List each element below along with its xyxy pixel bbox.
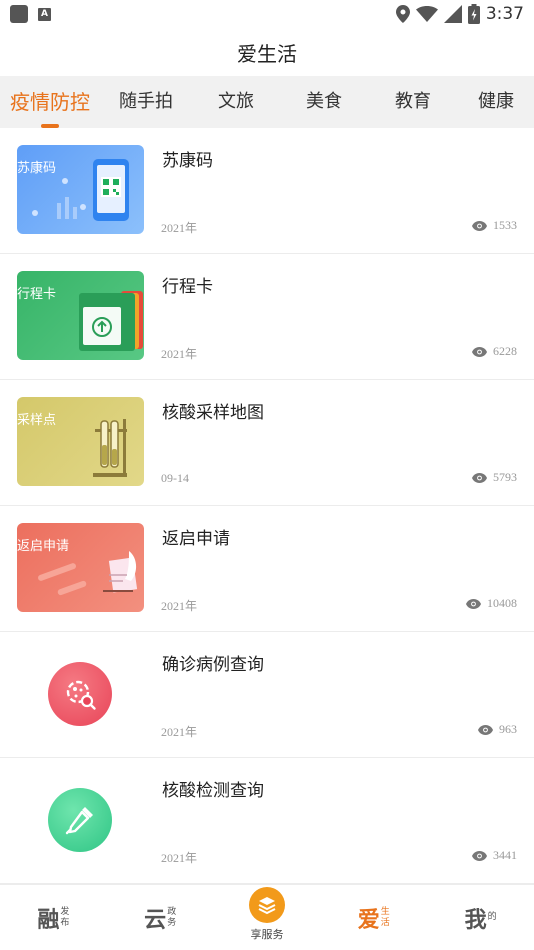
tab-health[interactable]: 健康	[458, 76, 534, 128]
view-count: 5793	[472, 470, 517, 485]
view-count: 1533	[472, 218, 517, 233]
item-date: 09-14	[161, 471, 189, 485]
eye-icon	[478, 724, 493, 735]
view-count: 6228	[472, 344, 517, 359]
gallery-icon	[10, 5, 28, 23]
thumbnail-return-application: 返启申请	[17, 523, 144, 612]
list-item[interactable]: 确诊病例查询 2021年 963	[0, 632, 534, 758]
a-icon: A	[38, 7, 51, 21]
tab-culture-travel[interactable]: 文旅	[192, 76, 280, 128]
item-title: 核酸检测查询	[162, 781, 264, 801]
nav-ai-life[interactable]: 爱 生活	[320, 885, 427, 950]
item-date: 2021年	[161, 725, 198, 739]
tab-food[interactable]: 美食	[280, 76, 368, 128]
item-date: 2021年	[161, 221, 198, 235]
service-list: 苏康码 苏康码 2021年 1533 行程卡 行程卡 2021年 6228 采样…	[0, 128, 534, 884]
test-tube-icon	[93, 419, 127, 477]
thumbnail-su-kang-code: 苏康码	[17, 145, 144, 234]
qr-phone-icon	[32, 159, 129, 221]
eye-icon	[472, 472, 487, 483]
list-item[interactable]: 核酸检测查询 2021年 3441	[0, 758, 534, 884]
view-count: 963	[478, 722, 517, 737]
location-icon	[395, 5, 410, 23]
list-item[interactable]: 采样点 核酸采样地图 09-14 5793	[0, 380, 534, 506]
eye-icon	[466, 598, 481, 609]
item-title: 核酸采样地图	[162, 403, 264, 423]
eye-icon	[472, 850, 487, 861]
signal-icon	[443, 5, 462, 23]
page-title: 爱生活	[237, 42, 297, 66]
view-count: 10408	[466, 596, 517, 611]
status-bar: A 3:37	[0, 0, 534, 28]
nav-wo-mine[interactable]: 我 的	[427, 885, 534, 950]
item-title: 确诊病例查询	[162, 655, 264, 675]
thumbnail-sampling-map: 采样点	[17, 397, 144, 486]
wifi-icon	[415, 6, 438, 22]
nav-rong-publish[interactable]: 融 发布	[0, 885, 107, 950]
category-tabs: 疫情防控 随手拍 文旅 美食 教育 健康	[0, 76, 534, 128]
item-title: 苏康码	[162, 151, 213, 171]
tab-education[interactable]: 教育	[368, 76, 458, 128]
item-title: 返启申请	[162, 529, 230, 549]
clock: 3:37	[485, 4, 524, 24]
layers-icon	[248, 887, 285, 923]
item-date: 2021年	[161, 599, 198, 613]
list-item[interactable]: 行程卡 行程卡 2021年 6228	[0, 254, 534, 380]
item-date: 2021年	[161, 347, 198, 361]
nav-yun-government[interactable]: 云 政务	[107, 885, 214, 950]
item-date: 2021年	[161, 851, 198, 865]
eye-icon	[472, 220, 487, 231]
system-icons: 3:37	[395, 4, 524, 24]
trip-card-icon	[79, 291, 143, 351]
dropper-icon	[48, 788, 112, 852]
list-item[interactable]: 苏康码 苏康码 2021年 1533	[0, 128, 534, 254]
tab-epidemic-control[interactable]: 疫情防控	[0, 76, 100, 128]
view-count: 3441	[472, 848, 517, 863]
tab-snapshot[interactable]: 随手拍	[100, 76, 192, 128]
nav-enjoy-services[interactable]: 享服务	[214, 885, 321, 950]
list-item[interactable]: 返启申请 返启申请 2021年 10408	[0, 506, 534, 632]
item-title: 行程卡	[162, 277, 213, 297]
virus-search-icon	[48, 662, 112, 726]
bottom-nav: 融 发布 云 政务 享服务 爱 生活 我 的	[0, 884, 534, 950]
notification-icons: A	[10, 5, 51, 23]
application-icon	[38, 551, 138, 596]
battery-icon	[467, 4, 480, 24]
thumbnail-trip-card: 行程卡	[17, 271, 144, 360]
eye-icon	[472, 346, 487, 357]
